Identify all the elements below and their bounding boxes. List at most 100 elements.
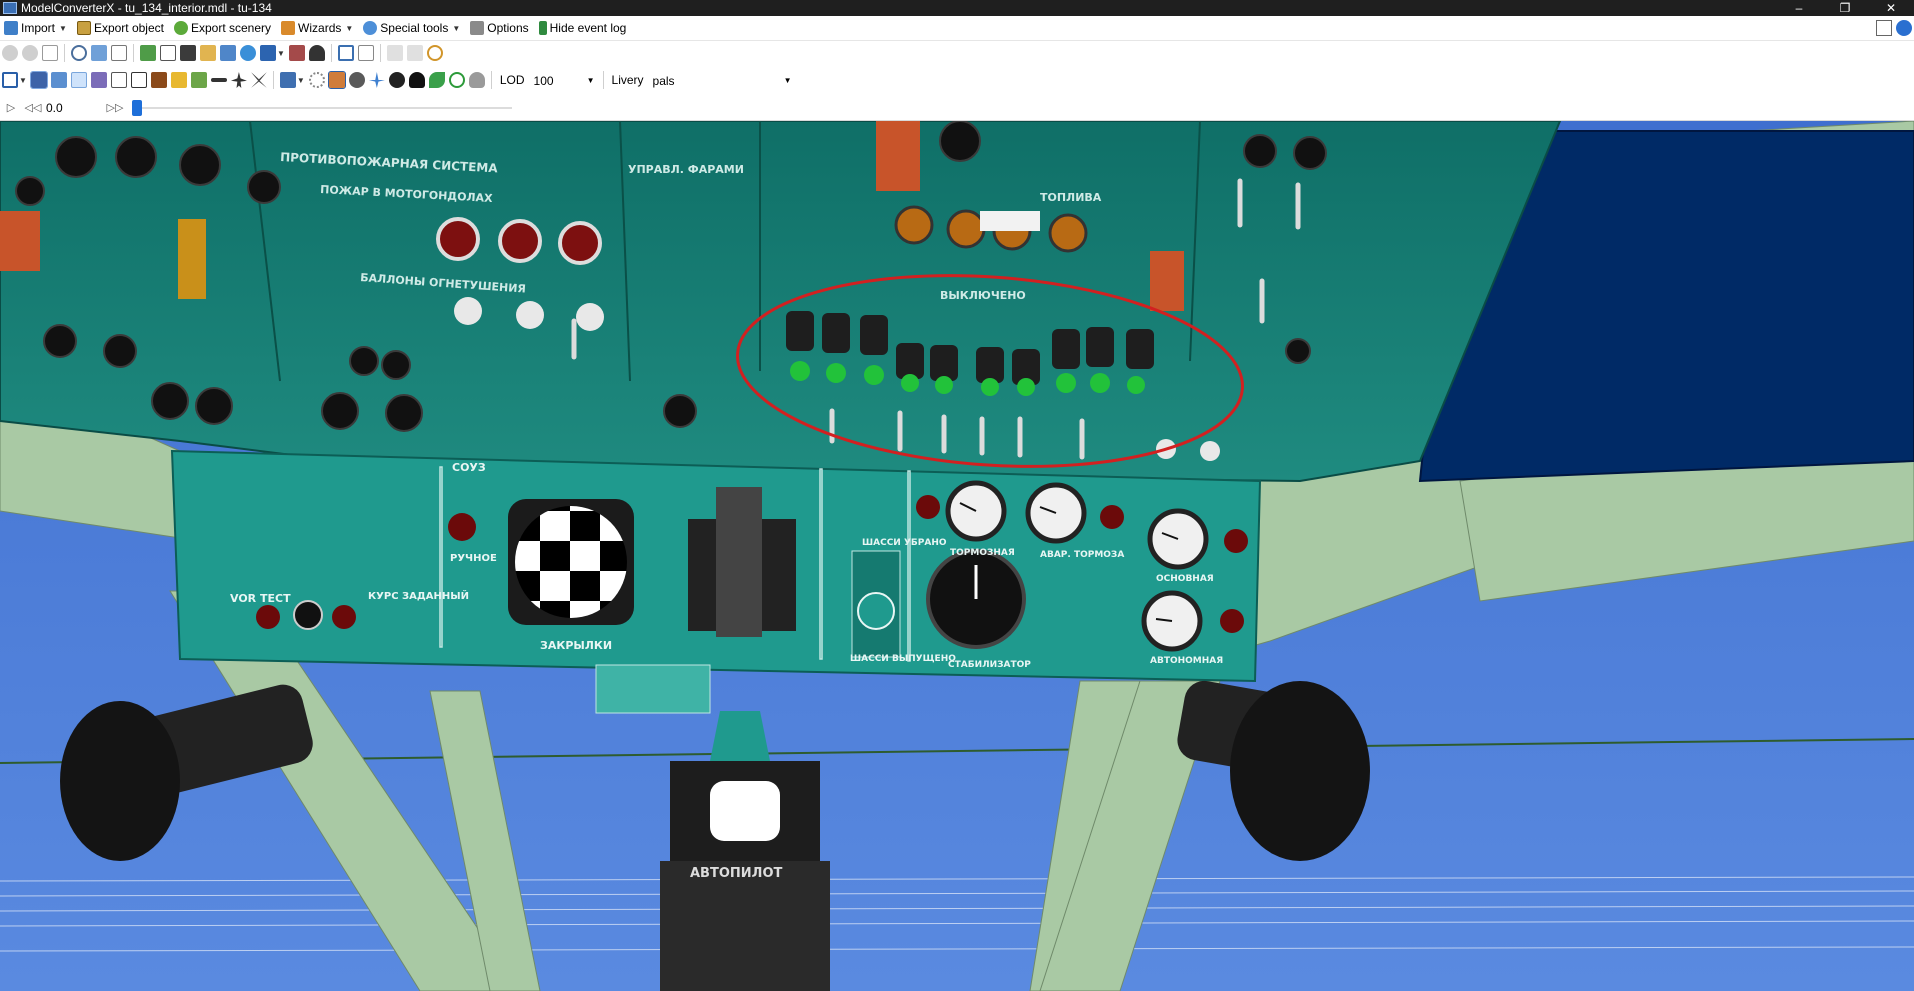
- animation-bar: ▷ ◁◁ 0.0 ▷▷: [0, 95, 1914, 121]
- chevron-down-icon[interactable]: ▼: [587, 72, 595, 90]
- film-icon[interactable]: [180, 45, 196, 61]
- window-title: ModelConverterX - tu_134_interior.mdl - …: [21, 1, 272, 15]
- chevron-down-icon[interactable]: ▼: [59, 24, 67, 33]
- folder-image-icon[interactable]: [200, 45, 216, 61]
- livery-label: Livery: [611, 73, 644, 87]
- menu-right-icons: [1872, 20, 1912, 36]
- list-icon[interactable]: [111, 45, 127, 61]
- chevron-down-icon[interactable]: ▼: [784, 72, 792, 90]
- menu-export-object[interactable]: Export object: [73, 17, 168, 39]
- label-course-set: КУРС ЗАДАННЫЙ: [368, 589, 469, 602]
- scissors-icon[interactable]: [250, 72, 267, 88]
- leaf-icon[interactable]: [428, 72, 445, 88]
- ball-icon[interactable]: [388, 72, 405, 88]
- label-brake: ТОРМОЗНАЯ: [950, 548, 1015, 558]
- toolbar-separator: [602, 71, 604, 89]
- label-test: ТЕСТ: [260, 592, 291, 605]
- menu-special-tools-label: Special tools: [380, 21, 449, 35]
- zoom-icon[interactable]: [71, 45, 87, 61]
- texture-icon[interactable]: [220, 45, 236, 61]
- recycle-icon[interactable]: [448, 72, 465, 88]
- label-emergency-brake: АВАР. ТОРМОЗА: [1040, 550, 1124, 560]
- lod-value: 100: [533, 74, 554, 88]
- label-manual: РУЧНОЕ: [450, 553, 497, 564]
- rewind-icon[interactable]: ◁◁: [24, 99, 42, 117]
- menu-wizards[interactable]: Wizards ▼: [277, 17, 357, 39]
- label-stabilizer: СТАБИЛИЗАТОР: [948, 660, 1031, 670]
- bounding-box-icon[interactable]: [110, 72, 127, 88]
- minimize-button[interactable]: –: [1776, 0, 1822, 16]
- axis-icon[interactable]: [50, 72, 67, 88]
- connector-icon[interactable]: [210, 78, 227, 82]
- play-icon[interactable]: ▷: [2, 99, 20, 117]
- label-autopilot: АВТОПИЛОТ: [690, 866, 782, 881]
- model-view-icon[interactable]: [327, 71, 346, 89]
- back-arrow-icon[interactable]: [2, 45, 18, 61]
- grid-toggle-icon[interactable]: [29, 71, 48, 89]
- menu-import[interactable]: Import ▼: [0, 17, 71, 39]
- redo-icon[interactable]: [406, 45, 423, 61]
- menu-export-scenery[interactable]: Export scenery: [170, 17, 275, 39]
- camera-icon[interactable]: [279, 72, 296, 88]
- person-icon[interactable]: [308, 45, 325, 61]
- grid-icon[interactable]: [140, 45, 156, 61]
- toolbar-separator: [490, 71, 492, 89]
- joint-icon[interactable]: [368, 72, 385, 88]
- pencil-icon[interactable]: [70, 72, 87, 88]
- livery-select[interactable]: pals ▼: [647, 71, 796, 90]
- page-icon[interactable]: [42, 45, 58, 61]
- terrain-icon[interactable]: [190, 72, 207, 88]
- chevron-down-icon[interactable]: ▼: [345, 24, 353, 33]
- airplane-icon[interactable]: [230, 72, 247, 88]
- sphere-icon[interactable]: [348, 72, 365, 88]
- blob-icon[interactable]: [408, 72, 425, 88]
- globe-icon[interactable]: [240, 45, 256, 61]
- toolbar-separator: [64, 44, 65, 62]
- undo-icon[interactable]: [386, 45, 403, 61]
- label-main: ОСНОВНАЯ: [1156, 574, 1214, 584]
- chevron-down-icon[interactable]: ▼: [19, 76, 27, 85]
- pin-icon[interactable]: [91, 45, 107, 61]
- texture-brown-icon[interactable]: [150, 72, 167, 88]
- chevron-down-icon[interactable]: ▼: [277, 49, 285, 58]
- toolbar-separator: [379, 44, 381, 62]
- 3d-viewport[interactable]: ПРОТИВОПОЖАРНАЯ СИСТЕМА ПОЖАР В МОТОГОНД…: [0, 121, 1914, 991]
- layout-icon[interactable]: [1876, 20, 1892, 36]
- close-button[interactable]: ✕: [1868, 0, 1914, 16]
- animation-slider[interactable]: [132, 99, 512, 117]
- chevron-down-icon[interactable]: ▼: [297, 76, 305, 85]
- app-icon: [3, 2, 17, 14]
- restore-button[interactable]: ❐: [1822, 0, 1868, 16]
- gear-icon[interactable]: [308, 72, 325, 88]
- refresh-icon[interactable]: [426, 45, 443, 61]
- label-vor: VOR: [230, 592, 257, 605]
- box-icon[interactable]: [130, 72, 147, 88]
- help-icon[interactable]: [1896, 20, 1912, 36]
- menu-hide-event-log[interactable]: Hide event log: [535, 17, 631, 39]
- chevron-down-icon[interactable]: ▼: [452, 24, 460, 33]
- wireframe-icon[interactable]: [90, 72, 107, 88]
- forward-arrow-icon[interactable]: [22, 45, 38, 61]
- lod-select[interactable]: 100 ▼: [528, 71, 599, 90]
- time-input[interactable]: 0.0: [44, 99, 104, 117]
- tools-icon[interactable]: [288, 45, 305, 61]
- teapot-icon[interactable]: [468, 72, 485, 88]
- material-yellow-icon[interactable]: [170, 72, 187, 88]
- menu-special-tools[interactable]: Special tools ▼: [359, 17, 464, 39]
- menu-options[interactable]: Options: [466, 17, 532, 39]
- trim-lever: [716, 487, 762, 637]
- document-icon[interactable]: [357, 45, 374, 61]
- label-fuel: ТОПЛИВА: [1040, 191, 1102, 204]
- window-controls: – ❐ ✕: [1776, 0, 1914, 16]
- fit-view-icon[interactable]: [2, 72, 18, 88]
- label-headlights: УПРАВЛ. ФАРАМИ: [628, 163, 744, 176]
- label-suz: СОУЗ: [452, 461, 486, 474]
- layers-icon[interactable]: [260, 45, 276, 61]
- white-placard: [980, 211, 1040, 231]
- flaps-indicator: [515, 506, 627, 618]
- fast-forward-icon[interactable]: ▷▷: [106, 99, 124, 117]
- monitor-icon[interactable]: [337, 45, 354, 61]
- slider-thumb[interactable]: [132, 99, 142, 116]
- event-log-icon: [538, 21, 547, 35]
- image-icon[interactable]: [160, 45, 176, 61]
